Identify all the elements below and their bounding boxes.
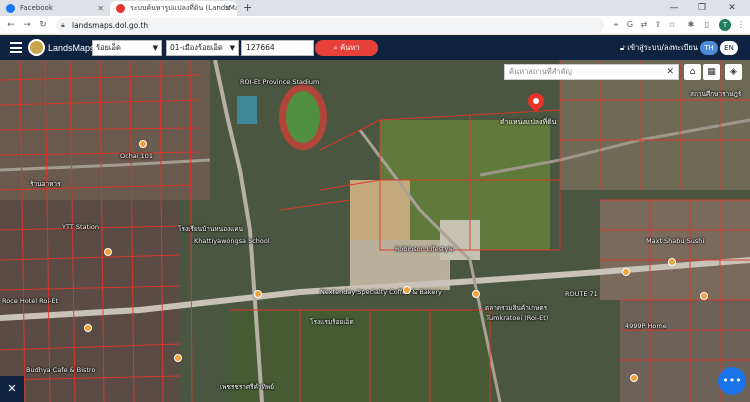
poi-marker-icon[interactable]: [622, 268, 630, 276]
map-label: YTT Station: [62, 223, 99, 231]
url-text: landsmaps.dol.go.th: [72, 21, 149, 30]
map-imagery: [0, 60, 750, 402]
chevron-down-icon: ▼: [152, 44, 158, 52]
layers-icon[interactable]: ◈: [725, 64, 742, 80]
tab-facebook[interactable]: Facebook ✕: [0, 1, 110, 16]
map-label: Robinson Lifestyle: [395, 245, 455, 253]
parcel-number-input[interactable]: 127664: [241, 40, 314, 56]
profile-avatar[interactable]: T: [719, 19, 731, 31]
url-field[interactable]: 🔒︎ landsmaps.dol.go.th: [56, 18, 604, 33]
pin-label: ตำแหน่งแปลงที่ดิน: [500, 118, 557, 126]
place-search-placeholder: ค้นหาสถานที่สำคัญ: [509, 67, 572, 76]
minimize-icon[interactable]: —: [662, 0, 686, 16]
poi-marker-icon[interactable]: [84, 324, 92, 332]
sidebar-icon[interactable]: ▯: [701, 19, 713, 31]
translate-icon[interactable]: ⇄: [638, 19, 650, 31]
satellite-map[interactable]: ค้นหาสถานที่สำคัญ ✕ ⌂ ▦ ◈ ตำแหน่งแปลงที่…: [0, 60, 750, 402]
poi-marker-icon[interactable]: [668, 258, 676, 266]
amphoe-select[interactable]: 01-เมืองร้อยเอ็ด ▼: [166, 40, 239, 56]
menu-dots-icon[interactable]: ⋮: [735, 19, 747, 31]
tab-landsmaps[interactable]: ระบบค้นหารูปแปลงที่ดิน (LandsMaps) ✕: [110, 1, 237, 16]
grid-icon[interactable]: ▦: [703, 64, 720, 80]
poi-marker-icon[interactable]: [630, 374, 638, 382]
map-label: Budhya Cafe & Bistro: [26, 366, 96, 374]
lock-icon: 🔒︎: [61, 21, 65, 29]
forward-icon[interactable]: →: [20, 18, 34, 33]
new-tab-button[interactable]: +: [243, 1, 252, 15]
window-close-icon[interactable]: ✕: [720, 0, 744, 16]
search-icon: ⌕: [333, 43, 338, 52]
poi-marker-icon[interactable]: [403, 286, 411, 294]
search-button-label: ค้นหา: [340, 43, 360, 52]
maximize-icon[interactable]: ❐: [690, 0, 714, 16]
map-label: Nextenday Specialty Coffee & Bakery: [320, 288, 442, 296]
poi-marker-icon[interactable]: [254, 290, 262, 298]
map-label: โรงแรมร้อยเอ็ด: [310, 318, 354, 326]
map-label: ตลาดรวมสินค้าเกษตร: [485, 304, 548, 312]
browser-tab-bar: Facebook ✕ ระบบค้นหารูปแปลงที่ดิน (Lands…: [0, 0, 750, 16]
map-label: Tumkratoei (Roi-Et): [486, 314, 549, 322]
map-label: โรงเรียนบ้านหนองแคน: [178, 225, 244, 233]
province-value: ร้อยเอ็ด: [96, 43, 121, 52]
menu-dots-fab-icon[interactable]: •••: [718, 367, 746, 395]
close-tab-icon[interactable]: ✕: [97, 1, 104, 16]
province-select[interactable]: ร้อยเอ็ด ▼: [92, 40, 162, 56]
location-icon[interactable]: ⌖: [610, 19, 622, 31]
map-label: เพชรชราศรีคำทิพย์: [220, 383, 274, 391]
map-label: Khattiyawongsa School: [194, 237, 270, 245]
map-label: Ochai 101: [120, 152, 154, 160]
reload-icon[interactable]: ↻: [36, 18, 50, 33]
landsmaps-favicon-icon: [116, 4, 125, 13]
bookmark-star-icon[interactable]: ☆: [666, 19, 678, 31]
address-bar: ← → ↻ 🔒︎ landsmaps.dol.go.th ⌖ G ⇄ ⇪ ☆ ✱…: [0, 16, 750, 35]
lang-en-button[interactable]: EN: [720, 41, 738, 55]
poi-marker-icon[interactable]: [139, 140, 147, 148]
hamburger-menu-icon[interactable]: [10, 42, 22, 53]
landsmaps-logo: [28, 39, 45, 56]
map-label: Maxt Shabu Sushi: [646, 237, 705, 245]
poi-marker-icon[interactable]: [174, 354, 182, 362]
amphoe-value: 01-เมืองร้อยเอ็ด: [170, 43, 223, 52]
clear-search-icon[interactable]: ✕: [666, 65, 674, 79]
map-label: ROI-Et Province Stadium: [240, 78, 320, 86]
poi-marker-icon[interactable]: [472, 290, 480, 298]
place-search-input[interactable]: ค้นหาสถานที่สำคัญ ✕: [504, 64, 679, 80]
app-header: LandsMaps ร้อยเอ็ด ▼ 01-เมืองร้อยเอ็ด ▼ …: [0, 36, 750, 60]
login-label: เข้าสู่ระบบ/ลงทะเบียน: [627, 43, 698, 52]
lang-th-button[interactable]: TH: [700, 41, 718, 55]
search-button[interactable]: ⌕ ค้นหา: [315, 40, 378, 56]
share-icon[interactable]: ⇪: [652, 19, 664, 31]
tab-title: ระบบค้นหารูปแปลงที่ดิน (LandsMaps): [130, 4, 237, 12]
chevron-down-icon: ▼: [229, 44, 235, 52]
parcel-number-value: 127664: [246, 43, 275, 52]
facebook-favicon-icon: [6, 4, 15, 13]
lock-icon: 🔓︎: [620, 43, 625, 52]
extensions-icon[interactable]: ✱: [685, 19, 697, 31]
map-label: 4999P Home: [625, 322, 667, 330]
tools-icon[interactable]: ✕: [0, 376, 24, 402]
map-label: ROUTE 71: [565, 290, 598, 298]
close-tab-icon[interactable]: ✕: [224, 1, 231, 16]
login-link[interactable]: 🔓︎ เข้าสู่ระบบ/ลงทะเบียน: [620, 36, 698, 60]
map-label: Roce Hotel Roi-Et: [2, 297, 59, 305]
poi-marker-icon[interactable]: [104, 248, 112, 256]
google-icon[interactable]: G: [624, 19, 636, 31]
brand-name: LandsMaps: [48, 43, 95, 53]
home-icon[interactable]: ⌂: [684, 64, 701, 80]
map-label: ร้านอาหาร: [30, 180, 61, 188]
tab-title: Facebook: [20, 4, 53, 12]
map-label: สถานศึกษาราษฎร์: [690, 90, 742, 98]
back-icon[interactable]: ←: [4, 18, 18, 33]
poi-marker-icon[interactable]: [700, 292, 708, 300]
